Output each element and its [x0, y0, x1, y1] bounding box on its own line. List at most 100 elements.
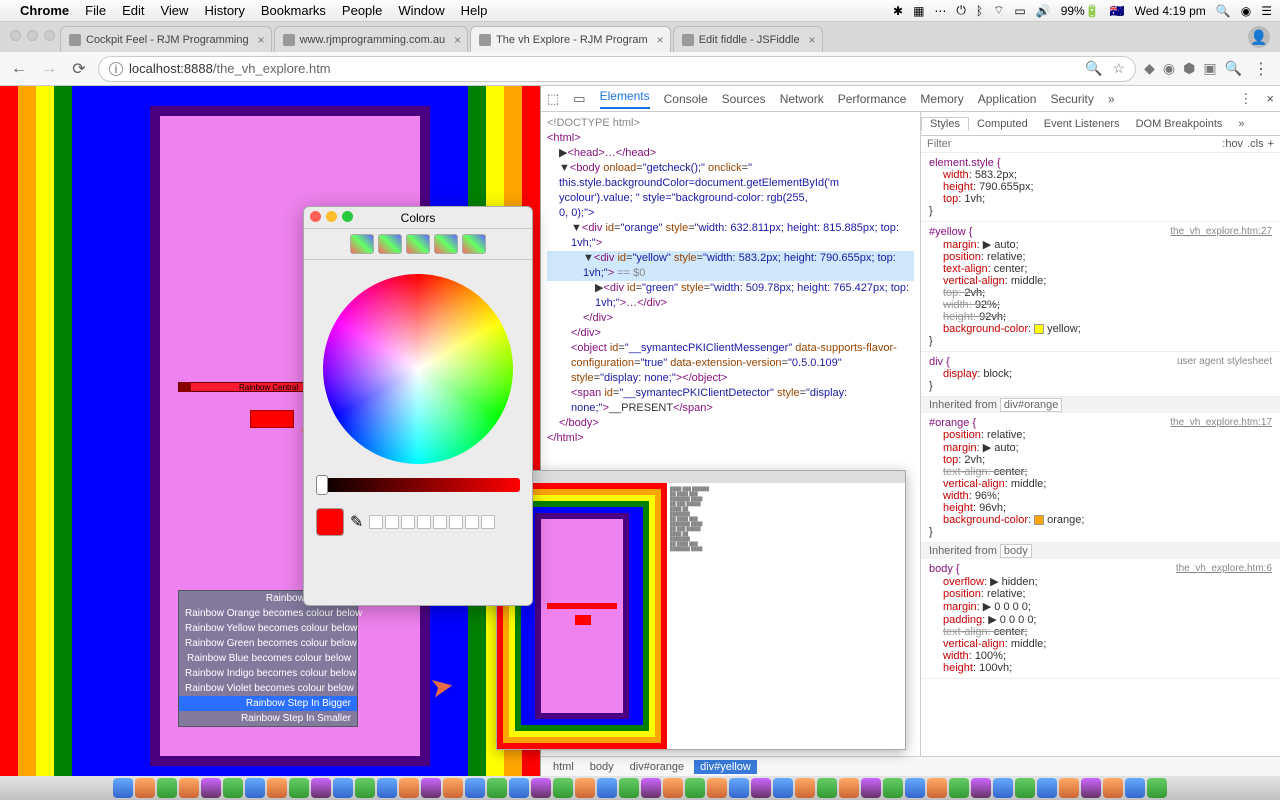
cls-toggle[interactable]: .cls: [1247, 138, 1264, 150]
flag-icon[interactable]: 🇦🇺: [1110, 4, 1125, 18]
battery-status[interactable]: 99% 🔋: [1061, 4, 1100, 18]
device-toggle-icon[interactable]: ▭: [573, 91, 585, 107]
dock-app-icon[interactable]: [201, 778, 221, 798]
dock-app-icon[interactable]: [509, 778, 529, 798]
crumb[interactable]: body: [584, 760, 620, 774]
dock-app-icon[interactable]: [641, 778, 661, 798]
notifications-icon[interactable]: ☰: [1261, 4, 1272, 18]
color-mode-tab[interactable]: [434, 234, 458, 254]
display-icon[interactable]: ▭: [1014, 4, 1025, 18]
devtools-tab-application[interactable]: Application: [978, 92, 1037, 106]
dock-app-icon[interactable]: [443, 778, 463, 798]
color-swatch-icon[interactable]: [1034, 515, 1044, 525]
dom-node-selected[interactable]: ▼<div id="yellow" style="width: 583.2px;…: [547, 251, 914, 281]
dock-app-icon[interactable]: [1037, 778, 1057, 798]
menubar-people[interactable]: People: [342, 3, 382, 18]
bookmark-star-icon[interactable]: ☆: [1113, 60, 1126, 77]
dropdown-option[interactable]: Rainbow Yellow becomes colour below: [179, 621, 357, 636]
dock-app-icon[interactable]: [817, 778, 837, 798]
reload-button[interactable]: ⟳: [68, 58, 90, 80]
dom-node[interactable]: </html>: [547, 432, 584, 444]
crumb[interactable]: div#orange: [624, 760, 690, 774]
dock-app-icon[interactable]: [707, 778, 727, 798]
menuextra-icon[interactable]: ⋯: [934, 4, 946, 18]
dock-app-icon[interactable]: [839, 778, 859, 798]
menubar-history[interactable]: History: [204, 3, 244, 18]
chrome-menu-icon[interactable]: ⋮: [1250, 58, 1272, 80]
dock-app-icon[interactable]: [267, 778, 287, 798]
menubar-window[interactable]: Window: [398, 3, 444, 18]
dom-node[interactable]: <body: [570, 162, 600, 174]
styles-tab-styles[interactable]: Styles: [921, 117, 969, 131]
inspect-element-icon[interactable]: ⬚: [547, 91, 559, 107]
siri-icon[interactable]: ◉: [1241, 4, 1251, 18]
dock-app-icon[interactable]: [773, 778, 793, 798]
css-rule[interactable]: the_vh_explore.htm:6 body { overflow: ▶ …: [921, 559, 1280, 679]
dom-node[interactable]: </body>: [559, 417, 599, 429]
dock-app-icon[interactable]: [465, 778, 485, 798]
styles-more-icon[interactable]: »: [1230, 118, 1252, 130]
dropdown-option[interactable]: Rainbow Indigo becomes colour below: [179, 666, 357, 681]
dock-app-icon[interactable]: [905, 778, 925, 798]
css-source-link[interactable]: the_vh_explore.htm:27: [1170, 226, 1272, 237]
back-button[interactable]: ←: [8, 58, 30, 80]
devtools-menu-icon[interactable]: ⋮: [1239, 91, 1252, 107]
css-source-link[interactable]: the_vh_explore.htm:6: [1176, 563, 1272, 574]
dom-node[interactable]: <!DOCTYPE html>: [547, 116, 914, 131]
css-rule[interactable]: user agent stylesheet div { display: blo…: [921, 352, 1280, 397]
browser-tab[interactable]: www.rjmprogramming.com.au×: [274, 26, 468, 52]
devtools-tab-security[interactable]: Security: [1050, 92, 1093, 106]
css-rule[interactable]: the_vh_explore.htm:17 #orange { position…: [921, 413, 1280, 543]
css-source-link[interactable]: the_vh_explore.htm:17: [1170, 417, 1272, 428]
dock-app-icon[interactable]: [1015, 778, 1035, 798]
window-traffic-lights[interactable]: [10, 30, 55, 41]
menubar-help[interactable]: Help: [461, 3, 488, 18]
dock-app-icon[interactable]: [1147, 778, 1167, 798]
extension-icon[interactable]: ▣: [1203, 60, 1216, 77]
dock-app-icon[interactable]: [663, 778, 683, 798]
css-rule[interactable]: element.style { width: 583.2px; height: …: [921, 153, 1280, 222]
wifi-icon[interactable]: ⌔: [993, 3, 1004, 18]
color-mode-tab[interactable]: [462, 234, 486, 254]
dock-app-icon[interactable]: [883, 778, 903, 798]
dock-app-icon[interactable]: [1125, 778, 1145, 798]
dock-app-icon[interactable]: [377, 778, 397, 798]
dock-app-icon[interactable]: [333, 778, 353, 798]
hov-toggle[interactable]: :hov: [1222, 138, 1243, 150]
dock-app-icon[interactable]: [289, 778, 309, 798]
add-rule-icon[interactable]: +: [1268, 138, 1274, 150]
color-picker-titlebar[interactable]: Colors: [304, 207, 532, 229]
dock-app-icon[interactable]: [1059, 778, 1079, 798]
dock-app-icon[interactable]: [685, 778, 705, 798]
swatch-grid[interactable]: [369, 515, 495, 529]
extension-icon[interactable]: ◉: [1163, 60, 1175, 77]
clock[interactable]: Wed 4:19 pm: [1135, 4, 1206, 18]
devtools-tab-performance[interactable]: Performance: [838, 92, 907, 106]
dock-app-icon[interactable]: [355, 778, 375, 798]
slider-thumb[interactable]: [316, 475, 328, 495]
color-picker-window[interactable]: Colors ✎: [303, 206, 533, 606]
styles-tab-dom-bp[interactable]: DOM Breakpoints: [1128, 118, 1231, 130]
dock-app-icon[interactable]: [399, 778, 419, 798]
dock-app-icon[interactable]: [487, 778, 507, 798]
devtools-tab-elements[interactable]: Elements: [600, 89, 650, 109]
brightness-slider[interactable]: [316, 478, 520, 492]
menubar-bookmarks[interactable]: Bookmarks: [261, 3, 326, 18]
color-mode-tab[interactable]: [406, 234, 430, 254]
dropdown-option[interactable]: Rainbow Step In Smaller: [179, 711, 357, 726]
omnibox[interactable]: i localhost:8888/the_vh_explore.htm 🔍 ☆: [98, 56, 1136, 82]
dropdown-option-selected[interactable]: Rainbow Step In Bigger: [179, 696, 357, 711]
eyedropper-icon[interactable]: ✎: [350, 512, 363, 532]
dock-app-icon[interactable]: [531, 778, 551, 798]
menubar-view[interactable]: View: [160, 3, 188, 18]
dom-node[interactable]: <html>: [547, 132, 581, 144]
color-swatch-icon[interactable]: [1034, 324, 1044, 334]
dock-app-icon[interactable]: [861, 778, 881, 798]
close-icon[interactable]: ×: [657, 33, 664, 47]
menubar-app[interactable]: Chrome: [20, 3, 69, 18]
color-mode-tab[interactable]: [378, 234, 402, 254]
menuextra-icon[interactable]: ✱: [893, 4, 903, 18]
dock-app-icon[interactable]: [223, 778, 243, 798]
dom-node[interactable]: <head>…</head>: [567, 147, 656, 159]
devtools-tab-network[interactable]: Network: [780, 92, 824, 106]
